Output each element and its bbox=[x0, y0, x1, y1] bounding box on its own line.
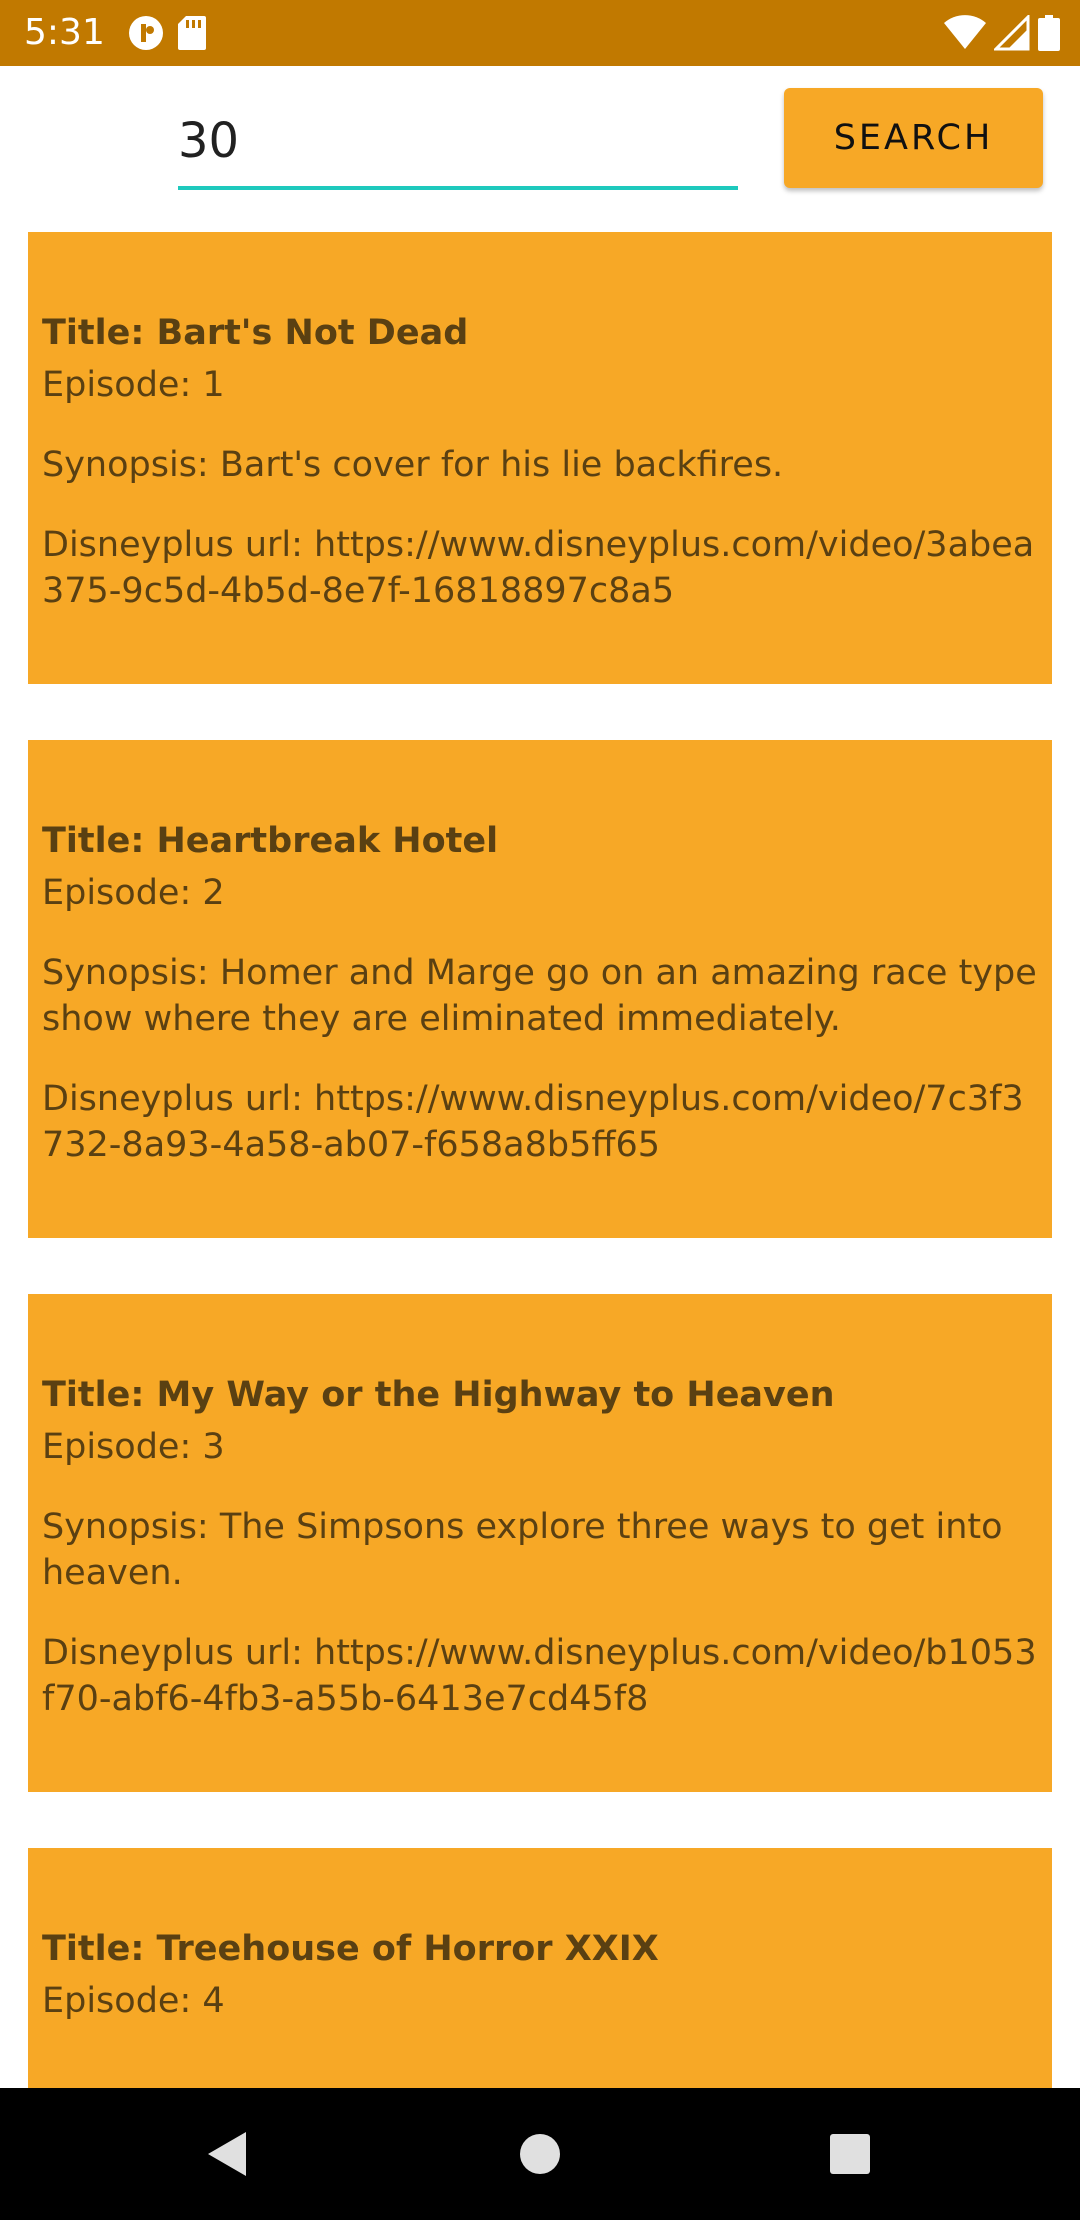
search-row: SEARCH bbox=[0, 66, 1080, 226]
episode-title: Title: Treehouse of Horror XXIX bbox=[42, 1929, 659, 1969]
episode-number: Episode: 3 bbox=[42, 1427, 225, 1467]
home-icon[interactable] bbox=[510, 2124, 570, 2184]
episode-synopsis: Synopsis: The Simpsons explore three way… bbox=[42, 1507, 1003, 1593]
status-left-icons bbox=[128, 15, 206, 51]
wifi-icon bbox=[944, 15, 986, 51]
status-right-icons bbox=[944, 15, 1060, 51]
episode-number: Episode: 4 bbox=[42, 1981, 225, 2021]
search-input[interactable] bbox=[178, 106, 738, 176]
search-button[interactable]: SEARCH bbox=[784, 88, 1043, 188]
cell-signal-icon bbox=[994, 15, 1030, 51]
episode-number: Episode: 2 bbox=[42, 873, 225, 913]
episode-card[interactable]: Title: Bart's Not Dead Episode: 1 Synops… bbox=[28, 232, 1052, 684]
status-bar: 5:31 bbox=[0, 0, 1080, 66]
episode-title: Title: My Way or the Highway to Heaven bbox=[42, 1375, 835, 1415]
sd-card-icon bbox=[178, 16, 206, 50]
episode-url: Disneyplus url: https://www.disneyplus.c… bbox=[42, 1079, 1024, 1165]
recents-icon[interactable] bbox=[820, 2124, 880, 2184]
episode-number: Episode: 1 bbox=[42, 365, 225, 405]
episode-title: Title: Heartbreak Hotel bbox=[42, 821, 499, 861]
episode-synopsis: Synopsis: Homer and Marge go on an amazi… bbox=[42, 953, 1037, 1039]
status-time: 5:31 bbox=[24, 12, 105, 53]
episode-title: Title: Bart's Not Dead bbox=[42, 313, 469, 353]
episode-list[interactable]: Title: Bart's Not Dead Episode: 1 Synops… bbox=[0, 232, 1080, 2088]
episode-card[interactable]: Title: Heartbreak Hotel Episode: 2 Synop… bbox=[28, 740, 1052, 1238]
episode-url: Disneyplus url: https://www.disneyplus.c… bbox=[42, 1633, 1037, 1719]
circle-badge-icon bbox=[128, 15, 164, 51]
episode-url: Disneyplus url: https://www.disneyplus.c… bbox=[42, 525, 1035, 611]
search-field bbox=[178, 106, 738, 190]
episode-synopsis: Synopsis: Bart's cover for his lie backf… bbox=[42, 445, 784, 485]
battery-icon bbox=[1038, 15, 1060, 51]
episode-card[interactable]: Title: Treehouse of Horror XXIX Episode:… bbox=[28, 1848, 1052, 2088]
back-icon[interactable] bbox=[200, 2124, 260, 2184]
navigation-bar bbox=[0, 2088, 1080, 2220]
episode-card[interactable]: Title: My Way or the Highway to Heaven E… bbox=[28, 1294, 1052, 1792]
